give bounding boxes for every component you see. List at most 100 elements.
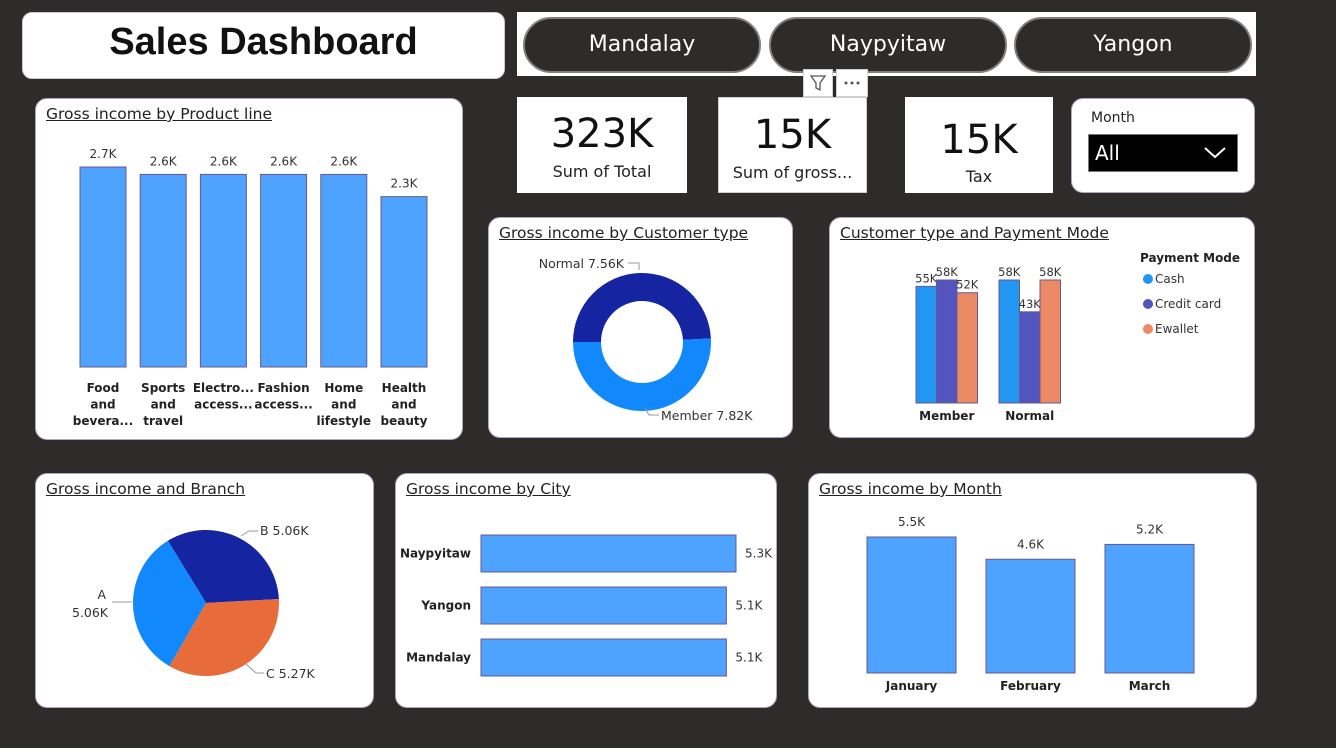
data-label-normal-0: 58K xyxy=(998,265,1021,279)
data-label-a-name: A xyxy=(97,587,106,602)
bar-member-cash xyxy=(915,285,937,404)
payment-mode-card: Customer type and Payment Mode 55K 58K 52K… xyxy=(829,217,1255,438)
bar-1 xyxy=(480,586,727,625)
legend-marker-1 xyxy=(1143,299,1153,309)
bar-1 xyxy=(139,173,187,368)
category-label-0: January xyxy=(885,679,938,693)
month-dropdown-value: All xyxy=(1095,141,1120,165)
category-label-4-1: and xyxy=(331,398,356,412)
bar-1 xyxy=(985,558,1076,674)
bar-0 xyxy=(866,536,957,674)
legend-marker-2 xyxy=(1143,324,1153,334)
leader-line-b xyxy=(240,530,258,537)
month-filter-label: Month xyxy=(1091,110,1135,126)
data-label-member: Member 7.82K xyxy=(661,408,753,423)
category-label-0-2: bevera... xyxy=(73,414,133,428)
category-label-member: Member xyxy=(919,409,974,423)
bar-normal-ewallet xyxy=(1039,279,1061,404)
data-label-2: 5.2K xyxy=(1136,522,1164,536)
category-label-1: February xyxy=(1000,679,1061,693)
kpi-gross-value: 15K xyxy=(753,112,832,158)
branch-chart: B 5.06K C 5.27K A 5.06K xyxy=(72,523,316,681)
slice-normal xyxy=(573,273,711,342)
customer-type-chart: Normal 7.56K Member 7.82K xyxy=(539,256,753,423)
bar-0 xyxy=(480,534,737,573)
branch-card: Gross income and Branch B 5.06K C 5.27K A 5… xyxy=(35,473,374,708)
more-options-icon[interactable] xyxy=(836,69,868,97)
legend-item-2: Ewallet xyxy=(1155,322,1199,336)
chevron-down-icon xyxy=(1204,147,1226,159)
kpi-tax-label: Tax xyxy=(965,167,993,186)
data-label-1: 4.6K xyxy=(1017,537,1045,551)
category-label-1: Yangon xyxy=(420,599,471,613)
city-button-mandalay[interactable]: Mandalay xyxy=(523,17,761,73)
kpi-tax: 15K Tax xyxy=(905,97,1053,193)
data-label-4: 2.6K xyxy=(330,154,358,168)
bar-normal-credit-card xyxy=(1019,311,1041,404)
data-label-a-value: 5.06K xyxy=(72,605,109,620)
page-title: Sales Dashboard xyxy=(109,21,418,63)
category-label-1-1: and xyxy=(151,398,176,412)
bar-2 xyxy=(199,173,247,368)
data-label-3: 2.6K xyxy=(270,154,298,168)
filter-icon[interactable] xyxy=(803,69,833,97)
data-label-b: B 5.06K xyxy=(260,523,309,538)
bar-0 xyxy=(79,166,127,368)
kpi-total-value: 323K xyxy=(550,111,654,157)
data-label-c: C 5.27K xyxy=(266,666,316,681)
category-label-2-1: access... xyxy=(194,398,252,412)
data-label-1: 2.6K xyxy=(150,154,178,168)
data-label-0: 2.7K xyxy=(90,147,118,161)
leader-line-c xyxy=(245,663,264,674)
data-label-0: 5.3K xyxy=(745,547,773,561)
bar-4 xyxy=(320,173,368,368)
data-label-member-1: 58K xyxy=(936,265,959,279)
city-button-yangon[interactable]: Yangon xyxy=(1014,17,1252,73)
category-label-0: Naypyitaw xyxy=(400,547,471,561)
product-line-chart: 2.7K Food and bevera... 2.6K Sports and travel 2… xyxy=(73,147,428,428)
bar-2 xyxy=(1104,543,1195,674)
city-slicer: Mandalay Naypyitaw Yangon xyxy=(517,12,1256,76)
bar-2 xyxy=(480,638,727,677)
category-label-2-0: Electro... xyxy=(193,381,254,395)
category-label-5-0: Health xyxy=(382,381,427,395)
category-label-5-1: and xyxy=(391,398,416,412)
category-label-4-0: Home xyxy=(324,381,363,395)
category-label-5-2: beauty xyxy=(381,414,428,428)
customer-type-card: Gross income by Customer type Normal 7.5… xyxy=(488,217,793,438)
kpi-gross-label: Sum of gross... xyxy=(732,163,853,182)
data-label-1: 5.1K xyxy=(735,599,763,613)
data-label-normal-2: 58K xyxy=(1039,265,1062,279)
category-label-3-0: Fashion xyxy=(258,381,310,395)
product-line-card: Gross income by Product line 2.7K Food and… xyxy=(35,98,463,440)
category-label-3-1: access... xyxy=(254,398,312,412)
city-button-naypyitaw[interactable]: Naypyitaw xyxy=(769,17,1007,73)
legend-title: Payment Mode xyxy=(1140,251,1240,265)
month-card: Gross income by Month 5.5K January 4.6K Feb… xyxy=(808,473,1257,708)
category-label-1-2: travel xyxy=(143,414,183,428)
data-label-normal-1: 43K xyxy=(1019,297,1042,311)
bar-3 xyxy=(260,173,308,368)
category-label-1-0: Sports xyxy=(141,381,185,395)
month-dropdown[interactable]: All xyxy=(1088,134,1238,172)
city-card: Gross income by City Naypyitaw 5.3K Yangon… xyxy=(395,473,777,708)
title-card: Sales Dashboard xyxy=(22,12,505,79)
city-chart: Naypyitaw 5.3K Yangon 5.1K Mandalay 5.1K xyxy=(400,534,773,677)
data-label-member-0: 55K xyxy=(915,271,938,285)
bar-5 xyxy=(380,196,428,368)
legend-marker-0 xyxy=(1143,274,1153,284)
kpi-gross: 15K Sum of gross... xyxy=(718,97,867,193)
month-chart: 5.5K January 4.6K February 5.2K March xyxy=(866,515,1195,693)
kpi-total: 323K Sum of Total xyxy=(517,97,687,193)
leader-line-normal xyxy=(628,262,640,270)
data-label-0: 5.5K xyxy=(898,515,926,529)
legend-item-1: Credit card xyxy=(1155,297,1221,311)
category-label-2: Mandalay xyxy=(406,651,471,665)
data-label-normal: Normal 7.56K xyxy=(539,256,625,271)
data-label-2: 5.1K xyxy=(735,651,763,665)
bottom-bar xyxy=(0,748,1336,752)
category-label-2: March xyxy=(1129,679,1171,693)
category-label-normal: Normal xyxy=(1005,409,1054,423)
bar-member-ewallet xyxy=(956,292,978,404)
data-label-5: 2.3K xyxy=(391,177,419,191)
